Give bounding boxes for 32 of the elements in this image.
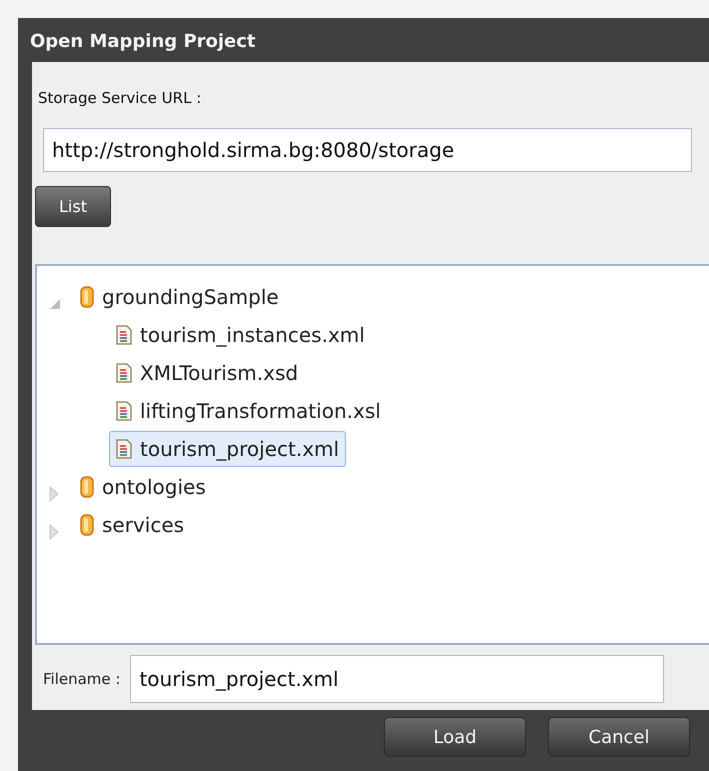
field-label: Filename : bbox=[43, 668, 120, 690]
item-label: XMLTourism.xsd bbox=[140, 360, 298, 387]
expand-arrow-icon[interactable] bbox=[49, 524, 59, 540]
field-label: Storage Service URL : bbox=[38, 89, 202, 107]
item-label: liftingTransformation.xsl bbox=[140, 398, 381, 425]
document-icon bbox=[116, 325, 132, 345]
file-item[interactable]: liftingTransformation.xsl bbox=[109, 393, 388, 429]
folder-item[interactable]: ontologies bbox=[73, 469, 213, 505]
filename-field[interactable]: tourism_project.xml bbox=[130, 655, 664, 703]
item-label: tourism_project.xml bbox=[140, 436, 340, 463]
database-icon bbox=[80, 514, 94, 536]
document-icon bbox=[116, 363, 132, 383]
list-button[interactable]: List bbox=[35, 186, 111, 227]
document-icon bbox=[116, 439, 132, 459]
dialog-button[interactable]: Cancel bbox=[548, 717, 690, 757]
database-icon bbox=[80, 286, 94, 308]
expand-arrow-icon[interactable] bbox=[49, 486, 59, 502]
dialog-button[interactable]: Load bbox=[384, 717, 526, 757]
collapse-arrow-icon[interactable] bbox=[49, 298, 61, 310]
file-item[interactable]: tourism_project.xml bbox=[109, 431, 346, 467]
item-label: groundingSample bbox=[102, 284, 279, 311]
item-label: services bbox=[102, 512, 184, 539]
url-field[interactable]: http://stronghold.sirma.bg:8080/storage bbox=[43, 128, 692, 172]
folder-item[interactable]: groundingSample bbox=[73, 279, 286, 315]
file-item[interactable]: tourism_instances.xml bbox=[109, 317, 372, 353]
window-title: Open Mapping Project bbox=[30, 31, 256, 52]
folder-item[interactable]: services bbox=[73, 507, 192, 543]
document-icon bbox=[116, 401, 132, 421]
item-label: tourism_instances.xml bbox=[140, 322, 365, 349]
file-item[interactable]: XMLTourism.xsd bbox=[109, 355, 306, 391]
database-icon bbox=[80, 476, 94, 498]
item-label: ontologies bbox=[102, 474, 206, 501]
